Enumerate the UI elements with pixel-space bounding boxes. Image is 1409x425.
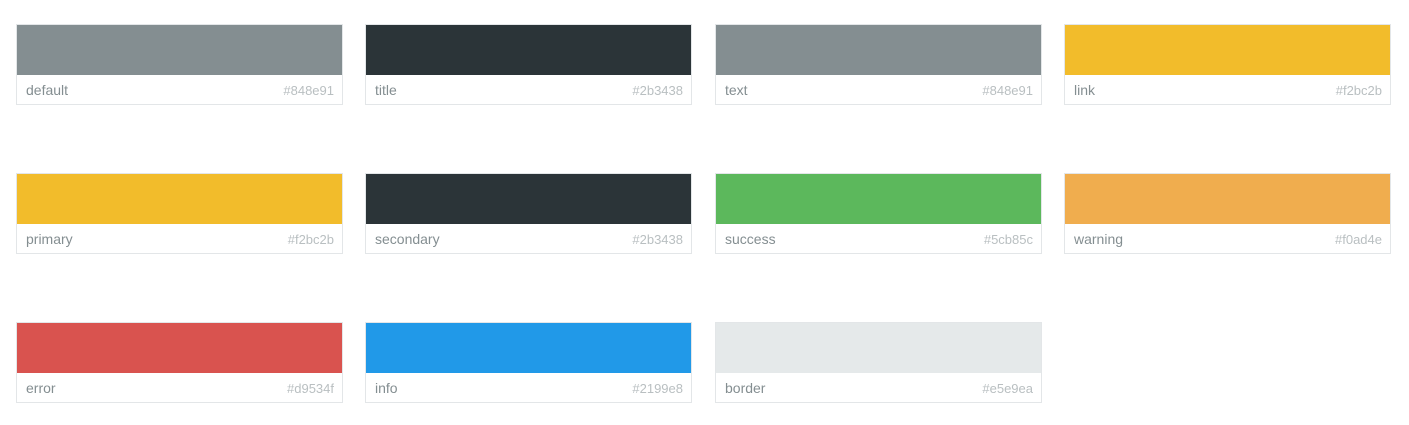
color-caption: secondary #2b3438 (366, 224, 691, 254)
color-swatch (1065, 25, 1390, 75)
color-caption: link #f2bc2b (1065, 75, 1390, 105)
color-name: default (26, 82, 69, 98)
color-card-secondary: secondary #2b3438 (365, 173, 692, 254)
color-card-error: error #d9534f (16, 322, 343, 403)
color-hex: #f0ad4e (1335, 231, 1382, 247)
color-caption: warning #f0ad4e (1065, 224, 1390, 254)
color-swatch (716, 25, 1041, 75)
color-swatch (17, 323, 342, 373)
color-hex: #5cb85c (983, 231, 1033, 247)
color-card-text: text #848e91 (715, 24, 1042, 105)
color-name: warning (1074, 231, 1124, 247)
color-caption: success #5cb85c (716, 224, 1041, 254)
color-swatch (366, 25, 691, 75)
color-hex: #848e91 (982, 82, 1033, 98)
color-card-success: success #5cb85c (715, 173, 1042, 254)
color-hex: #2199e8 (632, 380, 683, 396)
color-name: success (725, 231, 776, 247)
color-caption: border #e5e9ea (716, 373, 1041, 403)
color-caption: title #2b3438 (366, 75, 691, 105)
color-swatch (17, 174, 342, 224)
color-hex: #2b3438 (632, 82, 683, 98)
color-card-warning: warning #f0ad4e (1064, 173, 1391, 254)
color-card-border: border #e5e9ea (715, 322, 1042, 403)
color-hex: #2b3438 (632, 231, 683, 247)
color-hex: #f2bc2b (287, 231, 334, 247)
color-caption: info #2199e8 (366, 373, 691, 403)
color-card-title: title #2b3438 (365, 24, 692, 105)
color-name: link (1074, 82, 1096, 98)
color-swatch (366, 174, 691, 224)
color-caption: default #848e91 (17, 75, 342, 105)
color-swatch (366, 323, 691, 373)
color-name: info (375, 380, 398, 396)
color-card-link: link #f2bc2b (1064, 24, 1391, 105)
color-hex: #848e91 (283, 82, 334, 98)
color-hex: #e5e9ea (982, 380, 1033, 396)
color-hex: #d9534f (287, 380, 334, 396)
color-swatch (716, 323, 1041, 373)
color-name: error (26, 380, 56, 396)
color-name: secondary (375, 231, 440, 247)
color-swatch (1065, 174, 1390, 224)
color-caption: text #848e91 (716, 75, 1041, 105)
color-palette-grid: default #848e91 title #2b3438 text #848e… (0, 0, 1409, 425)
color-card-info: info #2199e8 (365, 322, 692, 403)
color-card-default: default #848e91 (16, 24, 343, 105)
color-name: title (375, 82, 397, 98)
color-caption: error #d9534f (17, 373, 342, 403)
color-caption: primary #f2bc2b (17, 224, 342, 254)
color-name: primary (26, 231, 73, 247)
color-card-primary: primary #f2bc2b (16, 173, 343, 254)
color-swatch (716, 174, 1041, 224)
color-swatch (17, 25, 342, 75)
color-name: border (725, 380, 766, 396)
color-name: text (725, 82, 748, 98)
color-hex: #f2bc2b (1335, 82, 1382, 98)
